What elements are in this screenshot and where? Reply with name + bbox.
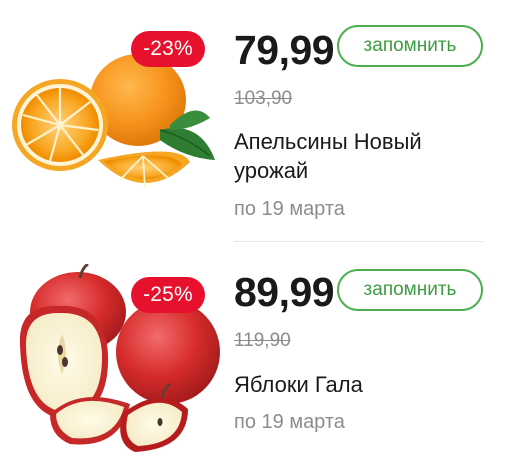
product-card-apples[interactable]: -25% 89,99 запомнить 119,90 Яблоки Гала …: [0, 244, 507, 474]
price: 89,99: [234, 269, 335, 315]
discount-badge: -25%: [131, 277, 205, 313]
product-name: Апельсины Новый урожай: [234, 129, 422, 183]
divider: [234, 241, 484, 242]
product-card-oranges[interactable]: -23% 79,99 запомнить 103,90 Апельсины Но…: [0, 0, 507, 244]
remember-button[interactable]: запомнить: [337, 269, 483, 311]
validity-date: по 19 марта: [234, 198, 345, 220]
old-price: 119,90: [234, 330, 291, 351]
price: 79,99: [234, 27, 335, 73]
discount-badge: -23%: [131, 31, 205, 67]
remember-button[interactable]: запомнить: [337, 25, 483, 67]
old-price: 103,90: [234, 88, 293, 109]
validity-date: по 19 марта: [234, 411, 345, 433]
product-list: -23% 79,99 запомнить 103,90 Апельсины Но…: [0, 0, 507, 474]
product-name: Яблоки Гала: [234, 372, 363, 397]
